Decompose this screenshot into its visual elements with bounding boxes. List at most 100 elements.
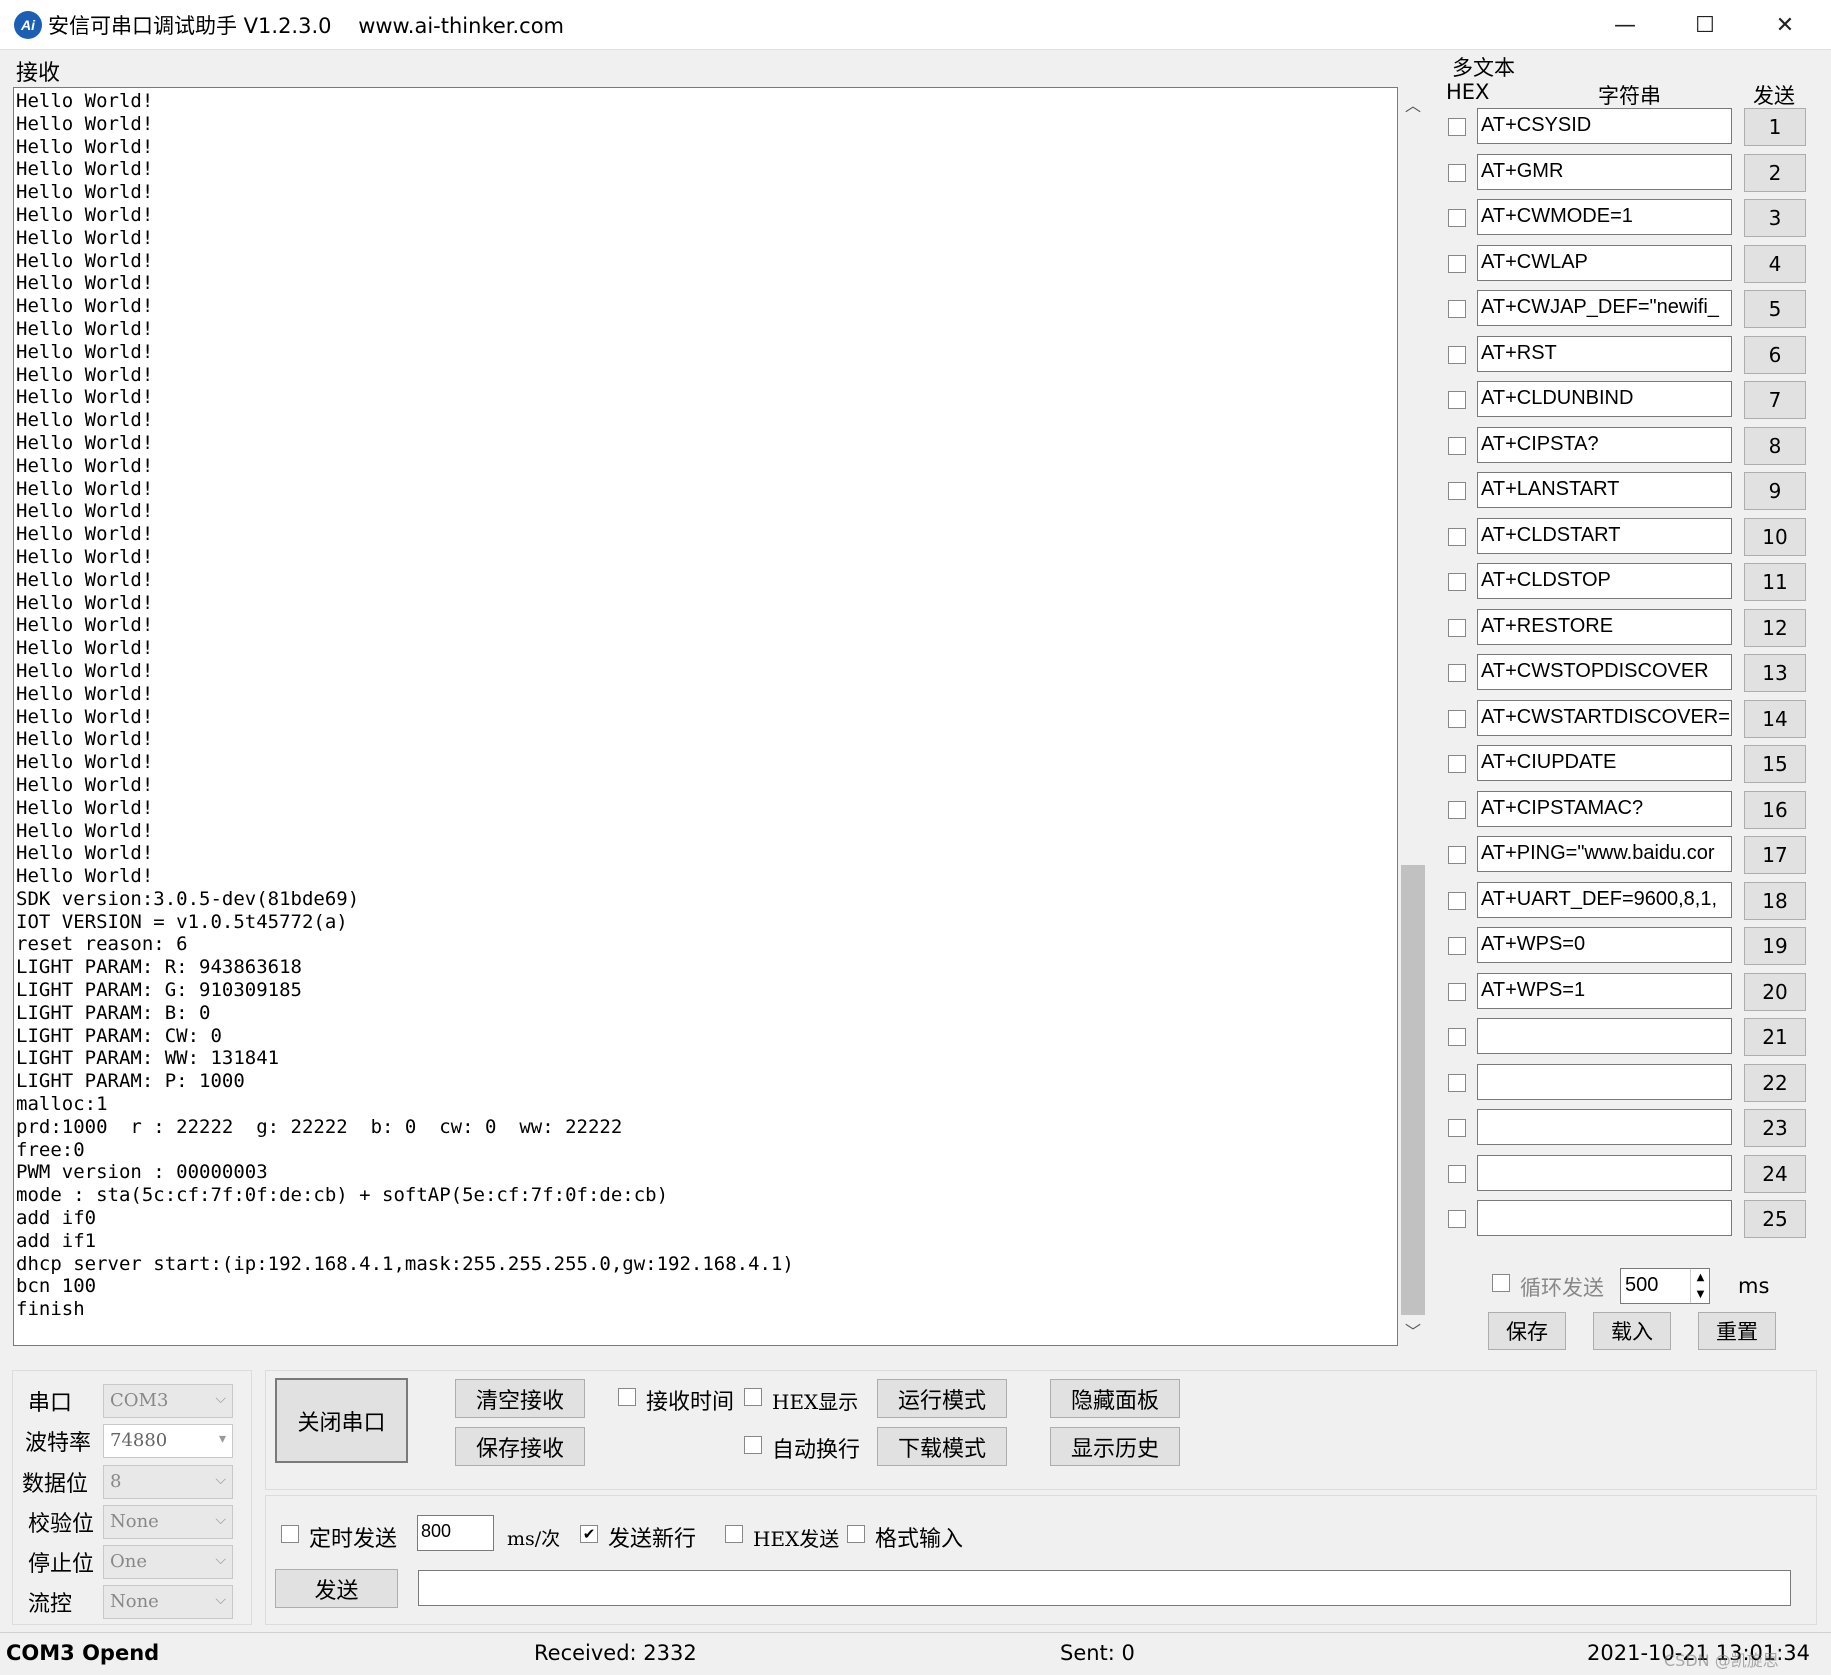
multi-row-send-button[interactable]: 21: [1744, 1018, 1806, 1056]
save-receive-button[interactable]: 保存接收: [455, 1427, 585, 1466]
multi-row-hex-checkbox[interactable]: [1448, 1164, 1466, 1183]
multi-row-hex-checkbox[interactable]: [1448, 937, 1466, 955]
multi-row-input[interactable]: AT+CIPSTAMAC?: [1477, 790, 1732, 827]
download-mode-button[interactable]: 下载模式: [877, 1427, 1007, 1466]
multi-row-hex-checkbox[interactable]: [1448, 163, 1466, 182]
hide-panel-button[interactable]: 隐藏面板: [1050, 1379, 1180, 1418]
multi-row-send-button[interactable]: 19: [1744, 927, 1806, 965]
multi-row-send-button[interactable]: 11: [1744, 563, 1806, 601]
format-input-checkbox[interactable]: [847, 1525, 865, 1543]
multi-row-input[interactable]: AT+CSYSID: [1477, 108, 1732, 144]
multi-row-send-button[interactable]: 22: [1744, 1063, 1806, 1102]
multi-row-input[interactable]: AT+CLDSTOP: [1477, 563, 1732, 599]
multi-row-send-button[interactable]: 20: [1744, 972, 1806, 1011]
spin-up-icon[interactable]: ▲: [1697, 1272, 1705, 1283]
multi-row-hex-checkbox[interactable]: [1448, 755, 1466, 773]
multi-row-hex-checkbox[interactable]: [1448, 891, 1466, 910]
multi-row-send-button[interactable]: 13: [1744, 654, 1806, 692]
hex-send-checkbox[interactable]: [725, 1525, 743, 1543]
multi-row-input[interactable]: AT+CIPSTA?: [1477, 426, 1732, 463]
port-select[interactable]: COM3 ⌵: [103, 1384, 233, 1418]
multi-row-hex-checkbox[interactable]: [1448, 573, 1466, 591]
multi-row-send-button[interactable]: 23: [1744, 1109, 1806, 1147]
multi-row-hex-checkbox[interactable]: [1448, 1119, 1466, 1137]
multi-row-hex-checkbox[interactable]: [1448, 345, 1466, 364]
multi-row-input[interactable]: AT+RESTORE: [1477, 608, 1732, 645]
multi-row-send-button[interactable]: 10: [1744, 517, 1806, 556]
load-multi-button[interactable]: 载入: [1593, 1312, 1671, 1350]
multi-row-hex-checkbox[interactable]: [1448, 300, 1466, 318]
multi-row-input[interactable]: AT+CWSTOPDISCOVER: [1477, 654, 1732, 690]
close-window-button[interactable]: ✕: [1745, 0, 1825, 50]
multi-row-send-button[interactable]: 18: [1744, 881, 1806, 920]
multi-row-send-button[interactable]: 16: [1744, 790, 1806, 829]
receive-textarea[interactable]: Hello World! Hello World! Hello World! H…: [13, 87, 1398, 1346]
multi-row-hex-checkbox[interactable]: [1448, 209, 1466, 227]
minimize-button[interactable]: —: [1585, 0, 1665, 50]
multi-row-hex-checkbox[interactable]: [1448, 709, 1466, 728]
multi-row-hex-checkbox[interactable]: [1448, 664, 1466, 682]
data-bits-select[interactable]: 8 ⌵: [103, 1465, 233, 1499]
multi-row-send-button[interactable]: 2: [1744, 153, 1806, 192]
multi-row-hex-checkbox[interactable]: [1448, 118, 1466, 136]
flow-control-select[interactable]: None ⌵: [103, 1585, 233, 1619]
multi-row-send-button[interactable]: 12: [1744, 608, 1806, 647]
multi-row-send-button[interactable]: 7: [1744, 381, 1806, 419]
stop-bits-select[interactable]: One ⌵: [103, 1545, 233, 1579]
clear-receive-button[interactable]: 清空接收: [455, 1379, 585, 1418]
multi-row-send-button[interactable]: 5: [1744, 290, 1806, 328]
timer-interval-input[interactable]: 800: [417, 1515, 494, 1551]
multi-row-send-button[interactable]: 1: [1744, 108, 1806, 146]
multi-row-hex-checkbox[interactable]: [1448, 1073, 1466, 1092]
multi-row-hex-checkbox[interactable]: [1448, 982, 1466, 1001]
run-mode-button[interactable]: 运行模式: [877, 1379, 1007, 1418]
save-multi-button[interactable]: 保存: [1488, 1312, 1566, 1350]
auto-wrap-checkbox[interactable]: [744, 1436, 762, 1454]
multi-row-hex-checkbox[interactable]: [1448, 482, 1466, 500]
multi-row-input[interactable]: AT+CWSTARTDISCOVER=: [1477, 699, 1732, 736]
baud-select[interactable]: 74880 ▾: [103, 1424, 233, 1458]
multi-row-input[interactable]: AT+RST: [1477, 335, 1732, 372]
multi-row-hex-checkbox[interactable]: [1448, 391, 1466, 409]
show-history-button[interactable]: 显示历史: [1050, 1427, 1180, 1466]
multi-row-hex-checkbox[interactable]: [1448, 846, 1466, 864]
multi-row-input[interactable]: AT+CIUPDATE: [1477, 745, 1732, 781]
multi-row-input[interactable]: AT+WPS=0: [1477, 927, 1732, 963]
multi-row-input[interactable]: AT+CLDUNBIND: [1477, 381, 1732, 417]
send-newline-checkbox[interactable]: ✔: [580, 1525, 598, 1543]
multi-row-send-button[interactable]: 3: [1744, 199, 1806, 237]
multi-row-send-button[interactable]: 25: [1744, 1200, 1806, 1238]
scroll-up-icon[interactable]: ︿: [1398, 89, 1428, 119]
loop-send-checkbox[interactable]: [1492, 1274, 1510, 1292]
multi-row-input[interactable]: [1477, 1063, 1732, 1100]
multi-row-input[interactable]: AT+UART_DEF=9600,8,1,: [1477, 881, 1732, 918]
multi-row-input[interactable]: AT+GMR: [1477, 153, 1732, 190]
multi-row-input[interactable]: [1477, 1200, 1732, 1236]
send-text-input[interactable]: [418, 1570, 1791, 1606]
scroll-down-icon[interactable]: ﹀: [1398, 1315, 1428, 1345]
parity-select[interactable]: None ⌵: [103, 1505, 233, 1539]
multi-row-hex-checkbox[interactable]: [1448, 1028, 1466, 1046]
multi-row-send-button[interactable]: 4: [1744, 244, 1806, 283]
reset-multi-button[interactable]: 重置: [1698, 1312, 1776, 1350]
multi-row-input[interactable]: AT+CWMODE=1: [1477, 199, 1732, 235]
receive-time-checkbox[interactable]: [618, 1388, 636, 1406]
multi-row-send-button[interactable]: 15: [1744, 745, 1806, 783]
spin-down-icon[interactable]: ▼: [1697, 1289, 1705, 1300]
multi-row-send-button[interactable]: 6: [1744, 335, 1806, 374]
loop-interval-spinner[interactable]: ▲ ▼: [1690, 1269, 1710, 1303]
multi-row-input[interactable]: AT+CWJAP_DEF="newifi_: [1477, 290, 1732, 326]
multi-row-input[interactable]: [1477, 1109, 1732, 1145]
multi-row-hex-checkbox[interactable]: [1448, 800, 1466, 819]
multi-row-input[interactable]: [1477, 1018, 1732, 1054]
hex-display-checkbox[interactable]: [744, 1388, 762, 1406]
close-port-button[interactable]: 关闭串口: [275, 1378, 408, 1463]
multi-row-send-button[interactable]: 17: [1744, 836, 1806, 874]
multi-row-send-button[interactable]: 9: [1744, 472, 1806, 510]
timed-send-checkbox[interactable]: [281, 1525, 299, 1543]
multi-row-send-button[interactable]: 8: [1744, 426, 1806, 465]
multi-row-hex-checkbox[interactable]: [1448, 618, 1466, 637]
multi-row-send-button[interactable]: 24: [1744, 1154, 1806, 1193]
multi-row-input[interactable]: AT+LANSTART: [1477, 472, 1732, 508]
multi-row-input[interactable]: AT+CLDSTART: [1477, 517, 1732, 554]
